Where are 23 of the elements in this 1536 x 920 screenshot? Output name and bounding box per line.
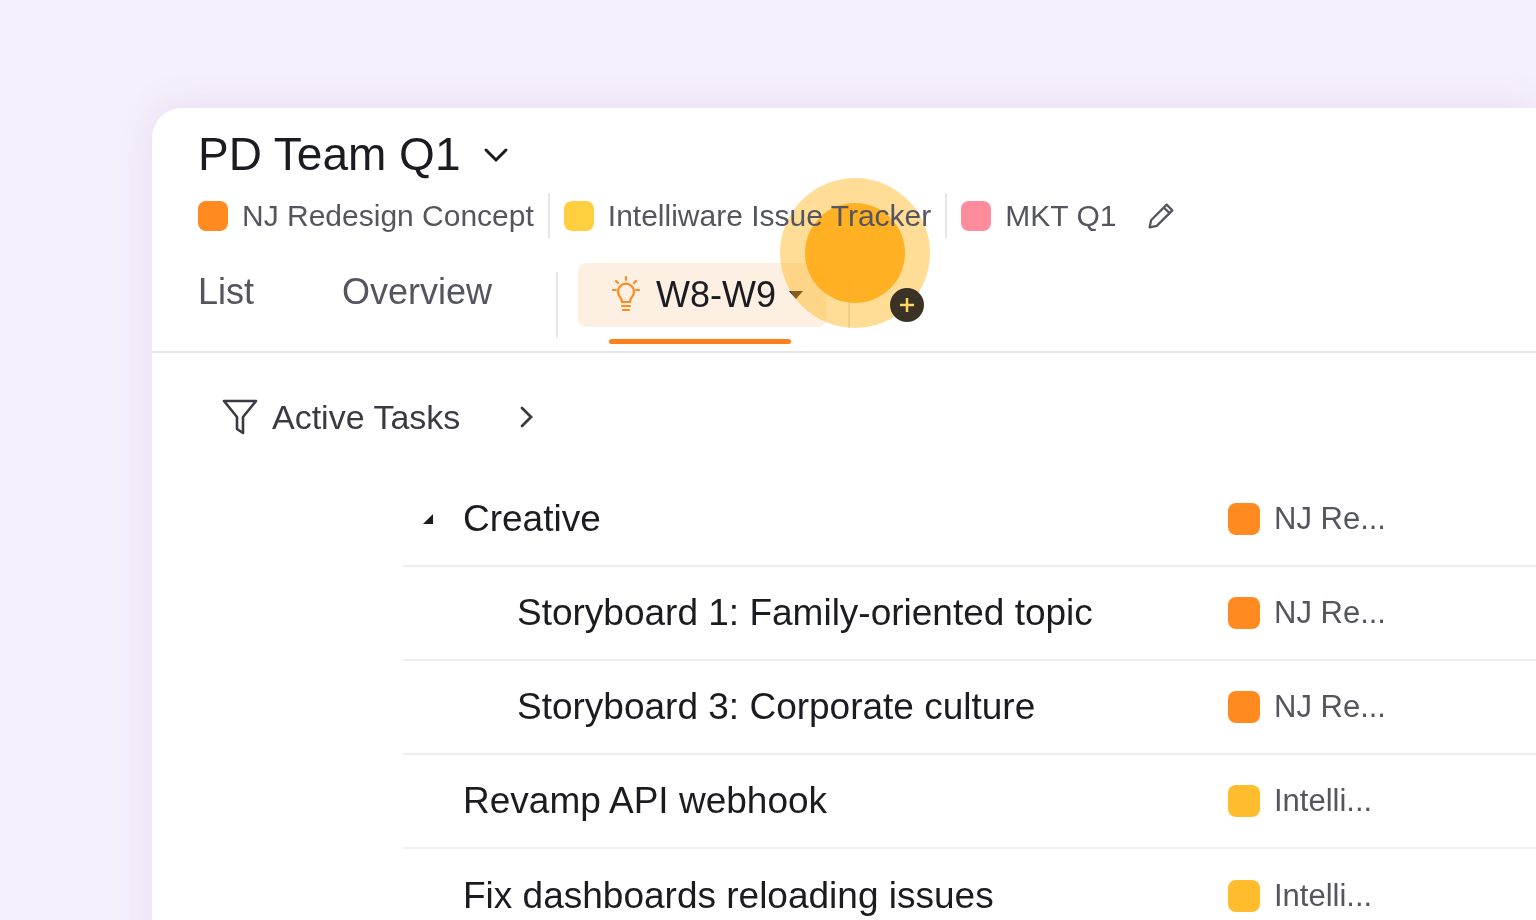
project-name[interactable]: NJ Redesign Concept bbox=[242, 193, 534, 238]
collapse-caret-icon[interactable] bbox=[421, 512, 435, 526]
task-title[interactable]: Creative bbox=[463, 491, 601, 547]
task-title[interactable]: Storyboard 1: Family-oriented topic bbox=[403, 585, 1093, 641]
project-name: Intelli... bbox=[1274, 876, 1373, 915]
filter-label[interactable]: Active Tasks bbox=[272, 391, 461, 443]
project-name: NJ Re... bbox=[1274, 593, 1386, 632]
task-title[interactable]: Revamp API webhook bbox=[403, 773, 828, 829]
task-title[interactable]: Storyboard 3: Corporate culture bbox=[403, 679, 1036, 735]
chevron-right-icon[interactable] bbox=[518, 405, 535, 429]
view-tab[interactable]: W8-W9 bbox=[578, 263, 827, 327]
project-name: NJ Re... bbox=[1274, 687, 1386, 726]
caret-down-icon bbox=[788, 290, 805, 300]
board-title: PD Team Q1 bbox=[198, 127, 461, 182]
plus-icon bbox=[899, 296, 916, 313]
view-tab[interactable]: List bbox=[198, 258, 255, 351]
project-name[interactable]: MKT Q1 bbox=[1005, 193, 1117, 238]
task-title[interactable]: Fix dashboards reloading issues bbox=[403, 868, 994, 920]
project-name: NJ Re... bbox=[1274, 499, 1386, 538]
filter-icon bbox=[222, 398, 258, 436]
add-view-button[interactable] bbox=[890, 287, 925, 322]
project-name: Intelli... bbox=[1274, 781, 1373, 820]
view-tab[interactable]: Overview bbox=[342, 258, 493, 351]
